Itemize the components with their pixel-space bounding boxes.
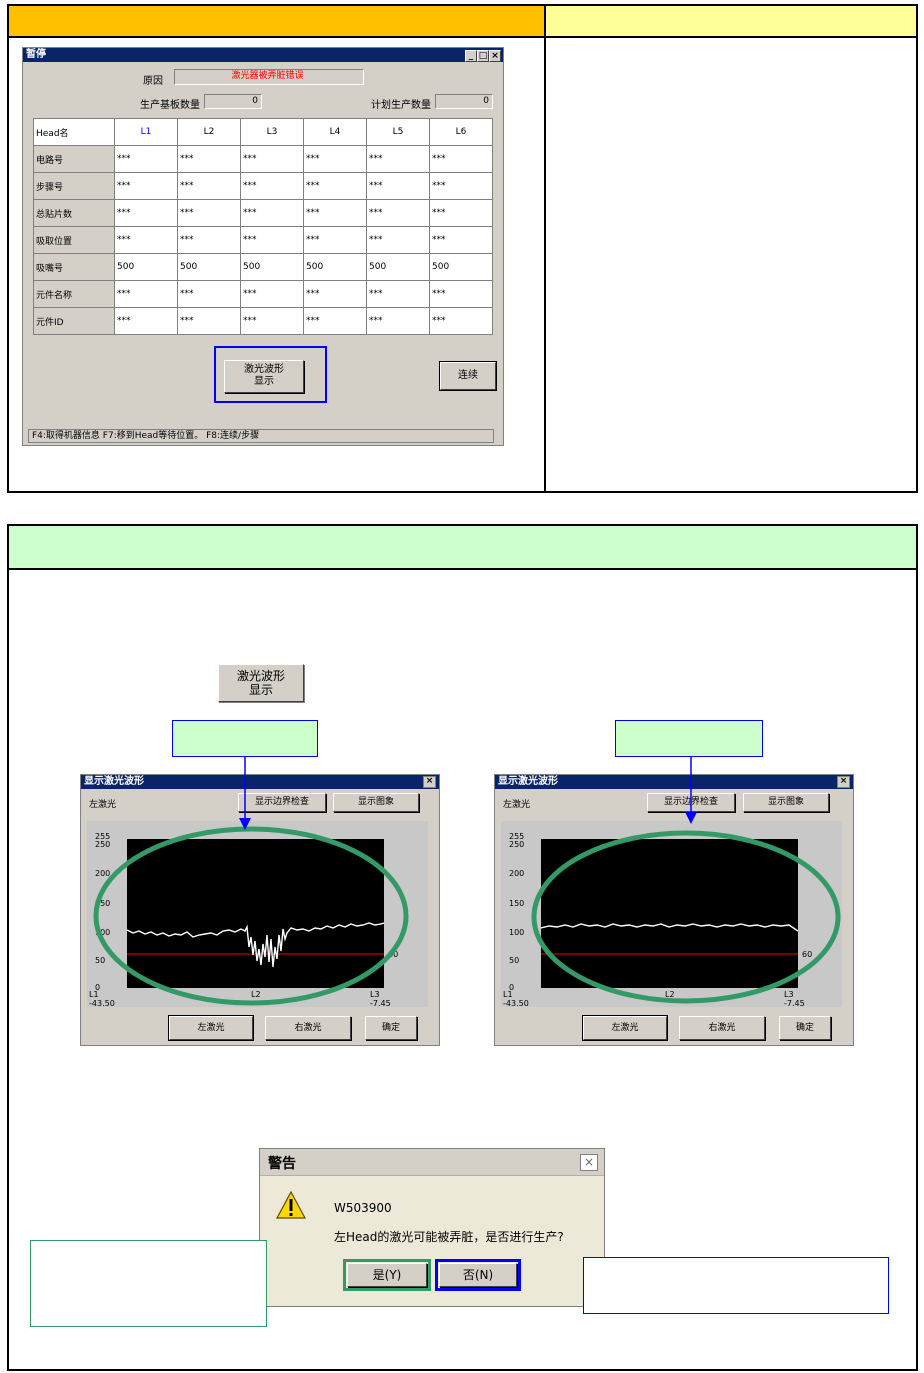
no-button[interactable]: 否(N) bbox=[435, 1259, 521, 1291]
callout-box-no bbox=[583, 1257, 889, 1314]
warning-title: 警告 bbox=[268, 1156, 296, 1172]
highlight-ellipse-left bbox=[93, 826, 409, 1006]
callout-box-yes bbox=[30, 1240, 267, 1327]
warning-dialog: 警告 × W503900 左Head的激光可能被弄脏，是否进行生产? 是(Y) … bbox=[259, 1148, 605, 1307]
warning-titlebar: 警告 × bbox=[260, 1149, 604, 1176]
warning-message: 左Head的激光可能被弄脏，是否进行生产? bbox=[334, 1230, 564, 1244]
close-icon[interactable]: × bbox=[580, 1154, 598, 1171]
yes-button[interactable]: 是(Y) bbox=[343, 1259, 431, 1291]
highlight-ellipse-right bbox=[531, 830, 841, 1004]
warning-icon bbox=[276, 1191, 306, 1219]
warning-code: W503900 bbox=[334, 1201, 392, 1215]
